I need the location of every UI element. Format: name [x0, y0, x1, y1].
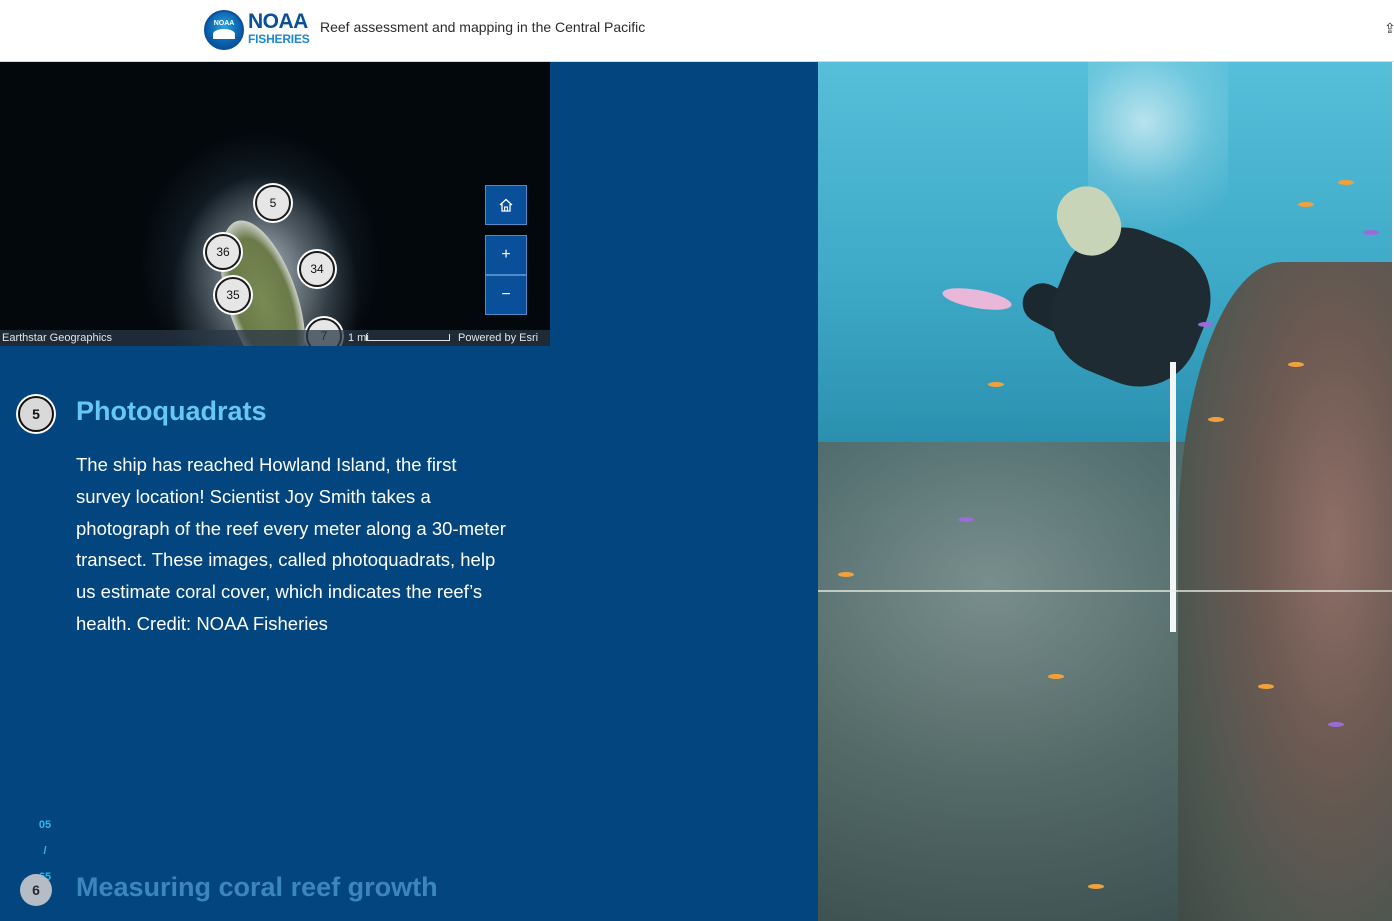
fish — [958, 517, 974, 522]
map-marker-5[interactable]: 5 — [255, 185, 291, 221]
noaa-fisheries-logo[interactable]: NOAA NOAA FISHERIES — [204, 10, 310, 50]
scale-bar — [366, 334, 450, 341]
next-section-number-badge[interactable]: 6 — [20, 874, 52, 906]
powered-by-esri[interactable]: Powered by Esri — [458, 330, 538, 346]
next-section-title[interactable]: Measuring coral reef growth — [76, 872, 438, 903]
share-icon[interactable]: ⇪ — [1384, 20, 1394, 40]
logo-word-fisheries: FISHERIES — [248, 32, 310, 46]
progress-separator: / — [43, 845, 47, 857]
fish — [1088, 884, 1104, 889]
zoom-in-button[interactable]: + — [485, 235, 527, 275]
home-button[interactable] — [485, 185, 527, 225]
seal-text: NOAA — [213, 20, 235, 27]
map-marker-36[interactable]: 36 — [205, 234, 241, 270]
logo-word-noaa: NOAA — [248, 10, 308, 33]
fish — [1298, 202, 1314, 207]
fish — [1208, 417, 1224, 422]
diver-reef-photo — [818, 62, 1392, 921]
diver-fin — [940, 284, 1014, 314]
noaa-seal-icon: NOAA — [204, 10, 244, 50]
progress-current: 05 — [38, 819, 52, 831]
map-marker-34[interactable]: 34 — [299, 251, 335, 287]
home-icon — [499, 198, 513, 212]
map-attribution: Earthstar Geographics 1 mi Powered by Es… — [0, 330, 550, 346]
satellite-map[interactable]: 5 36 34 35 7 + − Earthstar Geographics 1… — [0, 62, 550, 346]
site-header: NOAA NOAA FISHERIES Reef assessment and … — [0, 0, 1394, 62]
section-number-badge[interactable]: 5 — [18, 396, 54, 432]
transect-tape — [818, 590, 1392, 592]
fish — [1328, 722, 1344, 727]
fish — [838, 572, 854, 577]
fish — [1198, 322, 1214, 327]
fish — [988, 382, 1004, 387]
zoom-out-button[interactable]: − — [485, 275, 527, 315]
map-marker-35[interactable]: 35 — [215, 277, 251, 313]
gull-shape — [213, 29, 235, 39]
fish — [1048, 674, 1064, 679]
fish — [1288, 362, 1304, 367]
section-body: The ship has reached Howland Island, the… — [76, 454, 506, 634]
fish — [1363, 230, 1379, 235]
site-title: Reef assessment and mapping in the Centr… — [320, 19, 646, 35]
fish — [1338, 180, 1354, 185]
logo-wordmark: NOAA FISHERIES — [248, 10, 310, 46]
section-title: Photoquadrats — [76, 396, 267, 426]
fish — [1258, 684, 1274, 689]
attribution-source: Earthstar Geographics — [2, 332, 113, 344]
